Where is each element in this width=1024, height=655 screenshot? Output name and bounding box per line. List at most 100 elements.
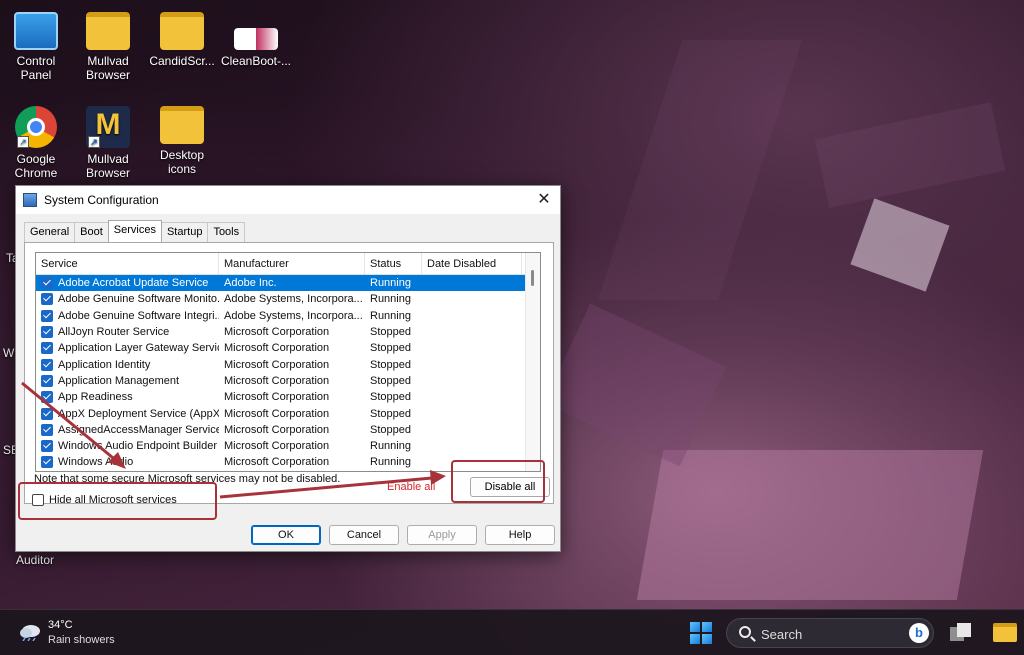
table-row[interactable]: Adobe Acrobat Update Service Adobe Inc. Ru… [36, 275, 540, 292]
start-button[interactable] [690, 622, 712, 644]
taskbar-search[interactable]: Search b [726, 618, 934, 648]
table-row[interactable]: AllJoyn Router Service Microsoft Corporat… [36, 324, 540, 340]
status-cell: Stopped [370, 358, 411, 371]
table-row[interactable]: Adobe Genuine Software Integri... Adobe S… [36, 308, 540, 324]
taskbar: 34°C Rain showers Search b [0, 609, 1024, 655]
service-checkbox[interactable] [41, 293, 53, 306]
desktop-icon-candidscr[interactable]: CandidScr... [146, 12, 218, 68]
highlight-disable-all [451, 460, 545, 503]
column-header-service[interactable]: Service [36, 253, 219, 274]
service-name: Adobe Genuine Software Monito... [58, 293, 219, 306]
service-cell: Application Management [36, 374, 219, 387]
list-header: Service Manufacturer Status Date Disable… [36, 253, 540, 275]
weather-rain-icon[interactable] [18, 623, 42, 641]
service-checkbox[interactable] [41, 456, 53, 469]
service-checkbox[interactable] [41, 423, 53, 436]
shortcut-arrow-icon: ↗ [88, 136, 100, 148]
task-view-icon[interactable] [950, 623, 972, 643]
bing-icon[interactable]: b [909, 623, 929, 643]
apply-button[interactable]: Apply [407, 525, 477, 545]
tab-startup[interactable]: Startup [160, 222, 209, 242]
service-checkbox[interactable] [41, 374, 53, 387]
table-row[interactable]: Application Layer Gateway Service Microso… [36, 340, 540, 356]
desktop-icon-label: CandidScr... [149, 54, 215, 68]
service-checkbox[interactable] [41, 407, 53, 420]
status-cell: Running [370, 456, 411, 469]
status-cell: Running [370, 440, 411, 453]
chrome-icon: ↗ [15, 106, 57, 148]
desktop-icon-label: Mullvad Browser [85, 152, 130, 180]
desktop-icon-label: Google Chrome [14, 152, 58, 180]
table-row[interactable]: AppX Deployment Service (AppX... Microsof… [36, 405, 540, 421]
service-checkbox[interactable] [41, 391, 53, 404]
service-cell: Adobe Acrobat Update Service [36, 277, 219, 290]
table-row[interactable]: AssignedAccessManager Service Microsoft C… [36, 422, 540, 438]
service-name: AllJoyn Router Service [58, 326, 170, 339]
service-name: Windows Audio Endpoint Builder [58, 440, 217, 453]
desktop-icon-label: Mullvad Browser [85, 54, 130, 82]
manufacturer-cell: Microsoft Corporation [224, 407, 330, 420]
services-list[interactable]: Service Manufacturer Status Date Disable… [35, 252, 541, 472]
service-cell: AssignedAccessManager Service [36, 423, 219, 436]
dialog-title: System Configuration [44, 193, 159, 207]
table-row[interactable]: App Readiness Microsoft Corporation Stoppe… [36, 389, 540, 405]
tab-general[interactable]: General [24, 222, 76, 242]
service-name: Application Layer Gateway Service [58, 342, 219, 355]
weather-temperature[interactable]: 34°C [48, 619, 73, 631]
tab-boot[interactable]: Boot [74, 222, 109, 242]
help-button[interactable]: Help [485, 525, 555, 545]
service-cell: Application Layer Gateway Service [36, 342, 219, 355]
windows-logo-tile [690, 634, 700, 644]
manufacturer-cell: Microsoft Corporation [224, 391, 330, 404]
column-header-date-disabled[interactable]: Date Disabled [422, 253, 522, 274]
service-name: App Readiness [58, 391, 133, 404]
desktop-icon-desktop-icons[interactable]: Desktop icons [146, 106, 218, 176]
table-row[interactable]: Application Management Microsoft Corporat… [36, 373, 540, 389]
tab-services[interactable]: Services [107, 220, 162, 243]
table-row[interactable]: Adobe Genuine Software Monito... Adobe Sy… [36, 291, 540, 307]
manufacturer-cell: Adobe Systems, Incorpora... [224, 309, 363, 322]
desktop-icon-cleanboot[interactable]: CleanBoot-... [220, 12, 292, 68]
service-name: Adobe Genuine Software Integri... [58, 309, 219, 322]
service-name: Adobe Acrobat Update Service [58, 277, 209, 290]
desktop-icon-mullvad-folder[interactable]: Mullvad Browser [72, 12, 144, 82]
table-row[interactable]: Application Identity Microsoft Corporatio… [36, 356, 540, 372]
scroll-thumb[interactable] [531, 270, 534, 286]
service-checkbox[interactable] [41, 277, 53, 290]
service-name: AppX Deployment Service (AppX... [58, 407, 219, 420]
service-checkbox[interactable] [41, 358, 53, 371]
service-name: Windows Audio [58, 456, 134, 469]
service-checkbox[interactable] [41, 342, 53, 355]
weather-condition[interactable]: Rain showers [48, 634, 115, 646]
service-checkbox[interactable] [41, 326, 53, 339]
close-button[interactable]: ✕ [534, 190, 554, 210]
table-row[interactable]: Windows Audio Endpoint Builder Microsoft … [36, 438, 540, 454]
manufacturer-cell: Microsoft Corporation [224, 423, 330, 436]
status-cell: Running [370, 293, 411, 306]
service-checkbox[interactable] [41, 440, 53, 453]
status-cell: Stopped [370, 374, 411, 387]
ok-button[interactable]: OK [251, 525, 321, 545]
service-checkbox[interactable] [41, 309, 53, 322]
folder-icon [160, 106, 204, 144]
manufacturer-cell: Microsoft Corporation [224, 342, 330, 355]
service-cell: AllJoyn Router Service [36, 326, 219, 339]
service-name: AssignedAccessManager Service [58, 423, 219, 436]
manufacturer-cell: Microsoft Corporation [224, 326, 330, 339]
enable-all-button[interactable]: Enable all [387, 481, 435, 493]
desktop-icon-control-panel[interactable]: Control Panel [0, 12, 72, 82]
title-bar[interactable]: System Configuration [16, 186, 560, 214]
manufacturer-cell: Microsoft Corporation [224, 440, 330, 453]
desktop-icon-google-chrome[interactable]: ↗ Google Chrome [0, 106, 72, 180]
vertical-scrollbar[interactable] [525, 253, 540, 471]
windows-logo-tile [690, 622, 700, 632]
file-explorer-icon[interactable] [993, 623, 1017, 642]
image-file-icon [234, 28, 278, 50]
cancel-button[interactable]: Cancel [329, 525, 399, 545]
tab-tools[interactable]: Tools [207, 222, 246, 242]
desktop-icon-mullvad-browser[interactable]: M ↗ Mullvad Browser [72, 106, 144, 180]
control-panel-icon [14, 12, 58, 50]
desktop-icon-label-auditor[interactable]: Auditor [16, 553, 54, 567]
column-header-manufacturer[interactable]: Manufacturer [219, 253, 365, 274]
column-header-status[interactable]: Status [365, 253, 422, 274]
